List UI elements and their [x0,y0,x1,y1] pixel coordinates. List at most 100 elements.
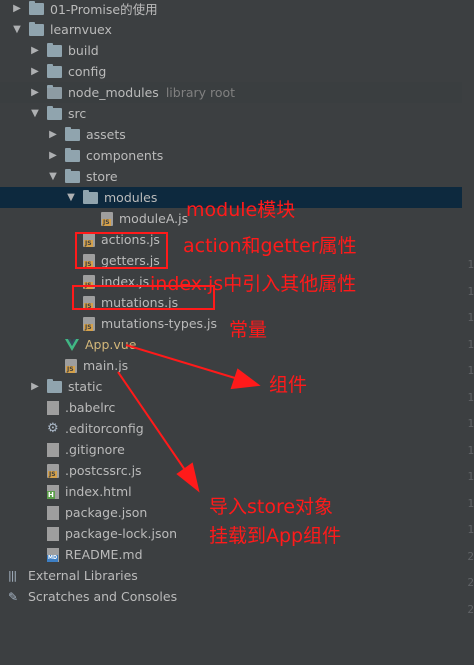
tree-item-label: src [68,106,87,121]
tree-item-01-promise[interactable]: ▶ 01-Promise的使用 [0,0,462,19]
annotation-import-store-line2: 挂载到App组件 [209,525,342,547]
expand-arrow-icon[interactable]: ▼ [46,171,60,182]
collapse-arrow-icon[interactable]: ▶ [28,45,42,56]
collapse-arrow-icon[interactable]: ▶ [46,129,60,140]
tree-item-label: .gitignore [65,442,125,457]
gutter-line-number: 1 [467,258,474,271]
folder-icon [65,147,80,162]
tree-item-label: components [86,148,164,163]
scratches-icon: ✎ [8,589,19,604]
tree-item-label: 01-Promise的使用 [50,2,158,17]
tree-item-label: App.vue [85,337,137,352]
tree-item-label: .babelrc [65,400,116,415]
gutter-line-number: 1 [467,496,474,510]
gutter-line-number: 1 [467,284,474,298]
folder-icon [47,42,62,57]
tree-item-label: mutations-types.js [101,316,218,331]
tree-item-label: build [68,43,99,58]
actions-getters-highlight-box [75,232,168,269]
folder-icon [29,0,44,15]
tree-item-gitignore[interactable]: .gitignore [0,439,462,460]
js-file-icon [47,463,59,478]
annotation-component: 组件 [269,374,308,396]
tree-item-label: store [86,169,118,184]
tree-item-static[interactable]: ▶ static [0,376,462,397]
tree-item-config[interactable]: ▶ config [0,61,462,82]
folder-icon [47,105,62,120]
tree-item-build[interactable]: ▶ build [0,40,462,61]
annotation-module: module模块 [186,199,296,221]
tree-item-label: .postcssrc.js [65,463,142,478]
tree-item-label: learnvuex [50,22,112,37]
gutter-line-number: 1 [467,311,474,324]
expand-arrow-icon[interactable]: ▼ [10,24,24,35]
gear-icon: ⚙ [47,420,59,436]
right-gutter [462,0,474,665]
tree-item-label: static [68,379,103,394]
tree-item-scratches-and-consoles[interactable]: ✎ Scratches and Consoles [0,586,462,607]
tree-item-label: README.md [65,547,143,562]
tree-item-label: External Libraries [28,568,138,583]
gutter-line-number: 2 [467,576,474,589]
collapse-arrow-icon[interactable]: ▶ [28,66,42,77]
gutter-line-number: 1 [467,364,474,377]
tree-item-components[interactable]: ▶ components [0,145,462,166]
tree-item-label: package-lock.json [65,526,178,541]
tree-item-label: Scratches and Consoles [28,589,178,604]
tree-item-label: moduleA.js [119,211,189,226]
js-file-icon [83,316,95,331]
collapse-arrow-icon[interactable]: ▶ [28,381,42,392]
external-libraries-icon: ||| [8,569,17,582]
expand-arrow-icon[interactable]: ▼ [64,192,78,203]
library-folder-icon [47,84,62,99]
markdown-file-icon [47,547,59,562]
tree-item-assets[interactable]: ▶ assets [0,124,462,145]
collapse-arrow-icon[interactable]: ▶ [10,3,24,14]
gutter-line-number: 1 [467,337,474,351]
tree-item-babelrc[interactable]: .babelrc [0,397,462,418]
folder-icon [65,168,80,183]
tree-item-label: config [68,64,107,79]
html-file-icon [47,484,59,499]
tree-item-editorconfig[interactable]: ⚙ .editorconfig [0,418,462,439]
vue-file-icon [65,338,79,351]
tree-item-label: package.json [65,505,148,520]
folder-icon [47,63,62,78]
collapse-arrow-icon[interactable]: ▶ [46,150,60,161]
tree-item-label: node_modules [68,85,159,100]
tree-item-node-modules[interactable]: ▶ node_modules library root [0,82,462,103]
collapse-arrow-icon[interactable]: ▶ [28,87,42,98]
gutter-line-number: 2 [467,549,474,563]
tree-item-label: main.js [83,358,129,373]
tree-item-label: .editorconfig [65,421,144,436]
js-file-icon [65,358,77,373]
file-icon [47,400,59,415]
tree-item-readme-md[interactable]: README.md [0,544,462,565]
gutter-line-number: 2 [467,602,474,616]
gutter-line-number: 1 [467,417,474,430]
folder-icon [47,378,62,393]
file-icon [47,442,59,457]
tree-item-label: assets [86,127,126,142]
folder-icon [29,21,44,36]
folder-icon [65,126,80,141]
tree-item-main-js[interactable]: main.js [0,355,462,376]
tree-item-learnvuex[interactable]: ▼ learnvuex [0,19,462,40]
folder-icon [83,189,98,204]
gutter-line-number: 1 [467,523,474,536]
tree-item-mutations-js[interactable]: mutations.js [0,292,462,313]
expand-arrow-icon[interactable]: ▼ [28,108,42,119]
tree-item-store[interactable]: ▼ store [0,166,462,187]
tree-item-label: modules [104,190,158,205]
annotation-import-store-line1: 导入store对象 [209,496,334,518]
gutter-line-number: 1 [467,470,474,483]
annotation-action-getter: action和getter属性 [183,235,357,257]
js-file-icon [101,211,113,226]
tree-item-src[interactable]: ▼ src [0,103,462,124]
file-icon [47,505,59,520]
tree-item-external-libraries[interactable]: ||| External Libraries [0,565,462,586]
annotation-index: index.js中引入其他属性 [150,273,357,295]
annotation-constant: 常量 [229,319,268,341]
tree-item-label: index.html [65,484,132,499]
tree-item-postcssrc-js[interactable]: .postcssrc.js [0,460,462,481]
